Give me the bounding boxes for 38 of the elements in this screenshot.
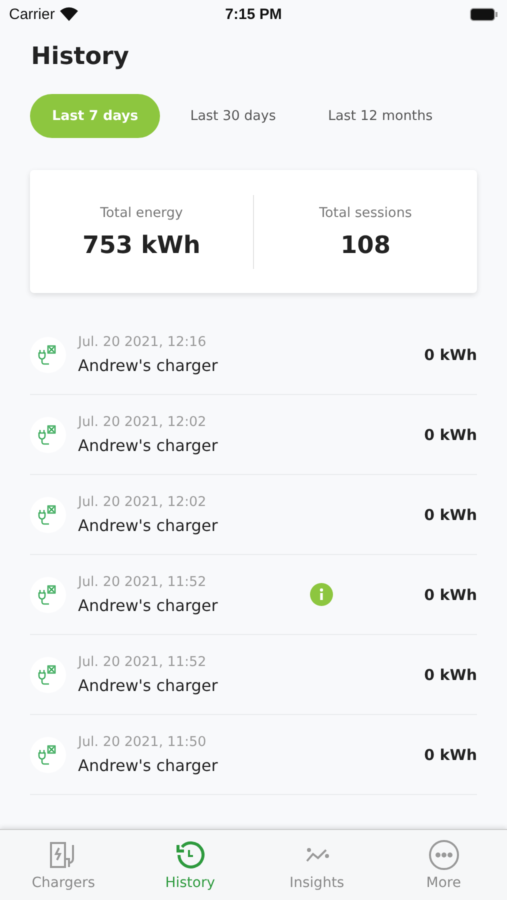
- carrier-label: Carrier: [9, 6, 55, 22]
- charger-name: Andrew's charger: [78, 596, 219, 615]
- session-date: Jul. 20 2021, 11:52: [78, 654, 208, 670]
- session-energy: 0 kWh: [424, 426, 477, 444]
- session-date: Jul. 20 2021, 11:52: [78, 574, 208, 590]
- battery-icon: [470, 8, 498, 20]
- stat-label: Total sessions: [319, 204, 412, 220]
- session-energy: 0 kWh: [424, 746, 477, 764]
- charger-name: Andrew's charger: [78, 436, 219, 455]
- session-date: Jul. 20 2021, 12:02: [78, 494, 208, 510]
- clock: 7:15 PM: [225, 6, 282, 22]
- stat-label: Total energy: [100, 204, 183, 220]
- session-energy: 0 kWh: [424, 506, 477, 524]
- stat-value: 753 kWh: [82, 230, 200, 258]
- session-row[interactable]: Jul. 20 2021, 11:50 Andrew's charger 0 kWh: [30, 715, 477, 795]
- session-date: Jul. 20 2021, 12:02: [78, 414, 208, 430]
- session-row[interactable]: Jul. 20 2021, 12:02 Andrew's charger 0 kWh: [30, 395, 477, 475]
- session-row[interactable]: Jul. 20 2021, 11:52 Andrew's charger 0 kWh: [30, 555, 477, 635]
- session-energy: 0 kWh: [424, 586, 477, 604]
- wifi-icon: [60, 7, 78, 21]
- session-row[interactable]: Jul. 20 2021, 12:02 Andrew's charger 0 kWh: [30, 475, 477, 555]
- period-tab[interactable]: Last 30 days: [168, 94, 298, 138]
- session-energy: 0 kWh: [424, 666, 477, 684]
- charger-name: Andrew's charger: [78, 756, 219, 775]
- session-date: Jul. 20 2021, 11:50: [78, 734, 208, 750]
- page-title: History: [31, 42, 130, 70]
- session-energy: 0 kWh: [424, 346, 477, 364]
- session-row[interactable]: Jul. 20 2021, 11:52 Andrew's charger 0 kWh: [30, 635, 477, 715]
- charger-name: Andrew's charger: [78, 516, 219, 535]
- charger-name: Andrew's charger: [78, 676, 219, 695]
- stat-value: 108: [340, 230, 391, 258]
- period-tab[interactable]: Last 12 months: [306, 94, 455, 138]
- info-icon[interactable]: [310, 583, 333, 606]
- history-icon: [174, 839, 206, 871]
- session-row[interactable]: Jul. 20 2021, 12:16 Andrew's charger 0 kWh: [30, 315, 477, 395]
- charger-name: Andrew's charger: [78, 356, 219, 375]
- more-icon: [428, 839, 460, 871]
- session-date: Jul. 20 2021, 12:16: [78, 334, 208, 350]
